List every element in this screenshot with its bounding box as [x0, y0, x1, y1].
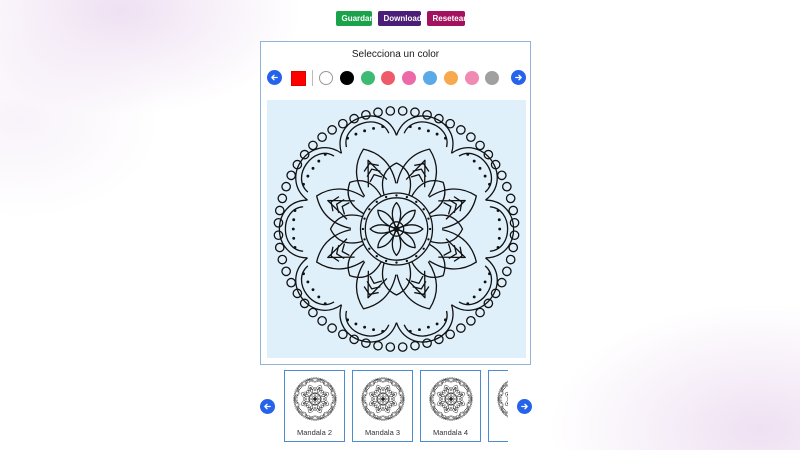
thumbnail-mandala-4[interactable]: Mandala 4 — [420, 370, 481, 442]
palette-prev-button[interactable] — [267, 70, 282, 85]
thumbnail-image — [293, 377, 337, 421]
color-swatch[interactable] — [319, 71, 333, 85]
thumbnail-label: M — [489, 428, 508, 437]
save-button[interactable]: Guardar — [335, 11, 373, 26]
color-swatch[interactable] — [360, 71, 375, 85]
color-swatch[interactable] — [443, 71, 458, 85]
palette-title: Selecciona un color — [351, 49, 440, 60]
arrow-left-icon — [264, 403, 271, 410]
color-swatch[interactable] — [381, 71, 396, 85]
color-swatch[interactable] — [423, 71, 437, 85]
arrow-right-icon — [515, 74, 522, 81]
reset-button[interactable]: Resetear — [426, 11, 466, 26]
thumbnails-prev-button[interactable] — [260, 399, 275, 414]
color-swatch[interactable] — [339, 71, 354, 85]
coloring-panel: Selecciona un color — [260, 41, 531, 365]
thumbnail-mandala-3[interactable]: Mandala 3 — [352, 370, 413, 442]
thumbnail-strip: Mandala 2 Mandala 3 Mandala 4 M — [284, 370, 508, 442]
thumbnail-mandala-2[interactable]: Mandala 2 — [284, 370, 345, 442]
thumbnail-image — [361, 377, 405, 421]
thumbnail-image — [429, 377, 473, 421]
palette-next-button[interactable] — [511, 70, 526, 85]
mandala-image[interactable] — [267, 100, 526, 358]
thumbnail-image — [497, 380, 508, 418]
thumbnail-label: Mandala 3 — [364, 428, 401, 437]
coloring-canvas[interactable] — [267, 100, 526, 358]
palette-divider — [312, 70, 313, 86]
arrow-left-icon — [271, 74, 278, 81]
toolbar: Guardar Download Resetear — [0, 11, 800, 26]
thumbnail-mandala-5[interactable]: M — [488, 370, 508, 442]
selected-color-swatch — [291, 71, 306, 86]
thumbnail-label: Mandala 2 — [296, 428, 333, 437]
thumbnails-next-button[interactable] — [517, 399, 532, 414]
arrow-right-icon — [521, 403, 528, 410]
color-swatch[interactable] — [464, 71, 479, 85]
download-button[interactable]: Download — [377, 11, 422, 26]
color-swatch[interactable] — [485, 71, 500, 85]
color-swatch[interactable] — [402, 71, 417, 85]
thumbnail-label: Mandala 4 — [432, 428, 469, 437]
